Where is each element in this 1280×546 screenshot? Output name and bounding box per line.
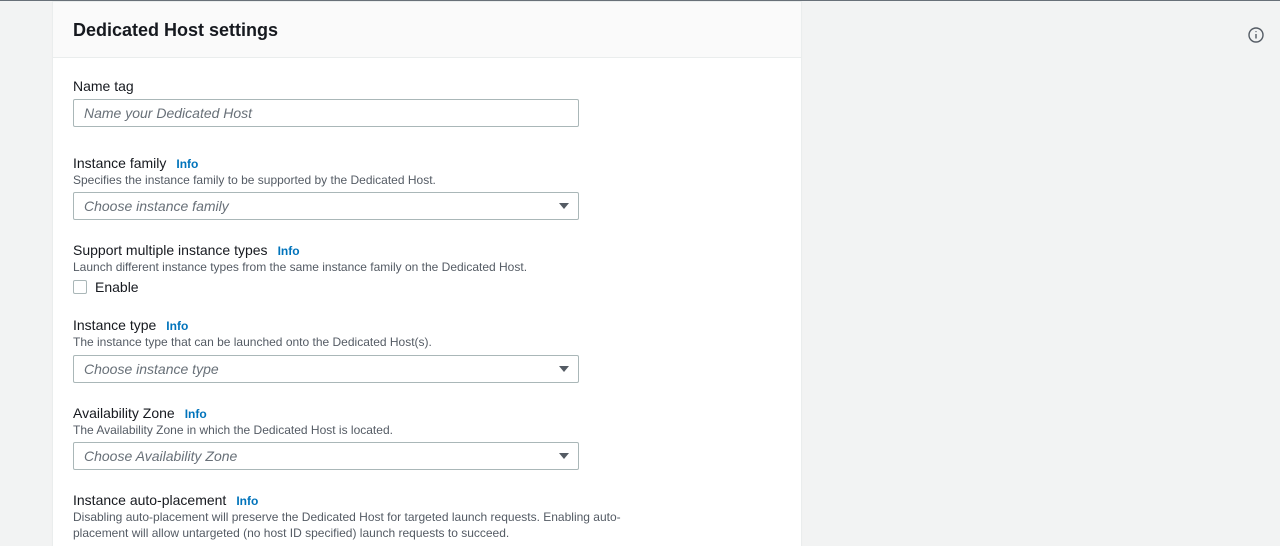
caret-down-icon: [559, 453, 569, 459]
field-availability-zone: Availability Zone Info The Availability …: [73, 405, 781, 470]
field-instance-type: Instance type Info The instance type tha…: [73, 317, 781, 382]
left-gutter: [0, 1, 18, 546]
instance-family-info-link[interactable]: Info: [176, 157, 198, 171]
availability-zone-placeholder: Choose Availability Zone: [84, 448, 237, 464]
auto-placement-info-link[interactable]: Info: [236, 494, 258, 508]
field-instance-family: Instance family Info Specifies the insta…: [73, 155, 781, 220]
caret-down-icon: [559, 366, 569, 372]
instance-type-info-link[interactable]: Info: [166, 319, 188, 333]
panel-body: Name tag Instance family Info Specifies …: [53, 58, 801, 546]
field-name-tag: Name tag: [73, 78, 781, 127]
instance-type-placeholder: Choose instance type: [84, 361, 219, 377]
instance-family-desc: Specifies the instance family to be supp…: [73, 172, 781, 188]
instance-type-desc: The instance type that can be launched o…: [73, 334, 781, 350]
info-icon[interactable]: [1248, 27, 1264, 43]
field-support-multiple: Support multiple instance types Info Lau…: [73, 242, 781, 295]
panel-title: Dedicated Host settings: [73, 20, 781, 41]
availability-zone-select[interactable]: Choose Availability Zone: [73, 442, 579, 470]
instance-type-select[interactable]: Choose instance type: [73, 355, 579, 383]
support-multiple-info-link[interactable]: Info: [278, 244, 300, 258]
availability-zone-desc: The Availability Zone in which the Dedic…: [73, 422, 781, 438]
availability-zone-label: Availability Zone: [73, 405, 175, 421]
auto-placement-desc: Disabling auto-placement will preserve t…: [73, 509, 649, 541]
field-auto-placement: Instance auto-placement Info Disabling a…: [73, 492, 781, 546]
support-multiple-desc: Launch different instance types from the…: [73, 259, 781, 275]
dedicated-host-settings-panel: Dedicated Host settings Name tag Instanc…: [52, 1, 802, 546]
instance-family-label: Instance family: [73, 155, 166, 171]
name-tag-label: Name tag: [73, 78, 134, 94]
auto-placement-label: Instance auto-placement: [73, 492, 226, 508]
support-multiple-label: Support multiple instance types: [73, 242, 268, 258]
caret-down-icon: [559, 203, 569, 209]
support-multiple-checkbox[interactable]: [73, 280, 87, 294]
availability-zone-info-link[interactable]: Info: [185, 407, 207, 421]
name-tag-input[interactable]: [73, 99, 579, 127]
instance-family-placeholder: Choose instance family: [84, 198, 229, 214]
instance-family-select[interactable]: Choose instance family: [73, 192, 579, 220]
panel-header: Dedicated Host settings: [53, 2, 801, 58]
support-multiple-checkbox-label: Enable: [95, 279, 139, 295]
instance-type-label: Instance type: [73, 317, 156, 333]
